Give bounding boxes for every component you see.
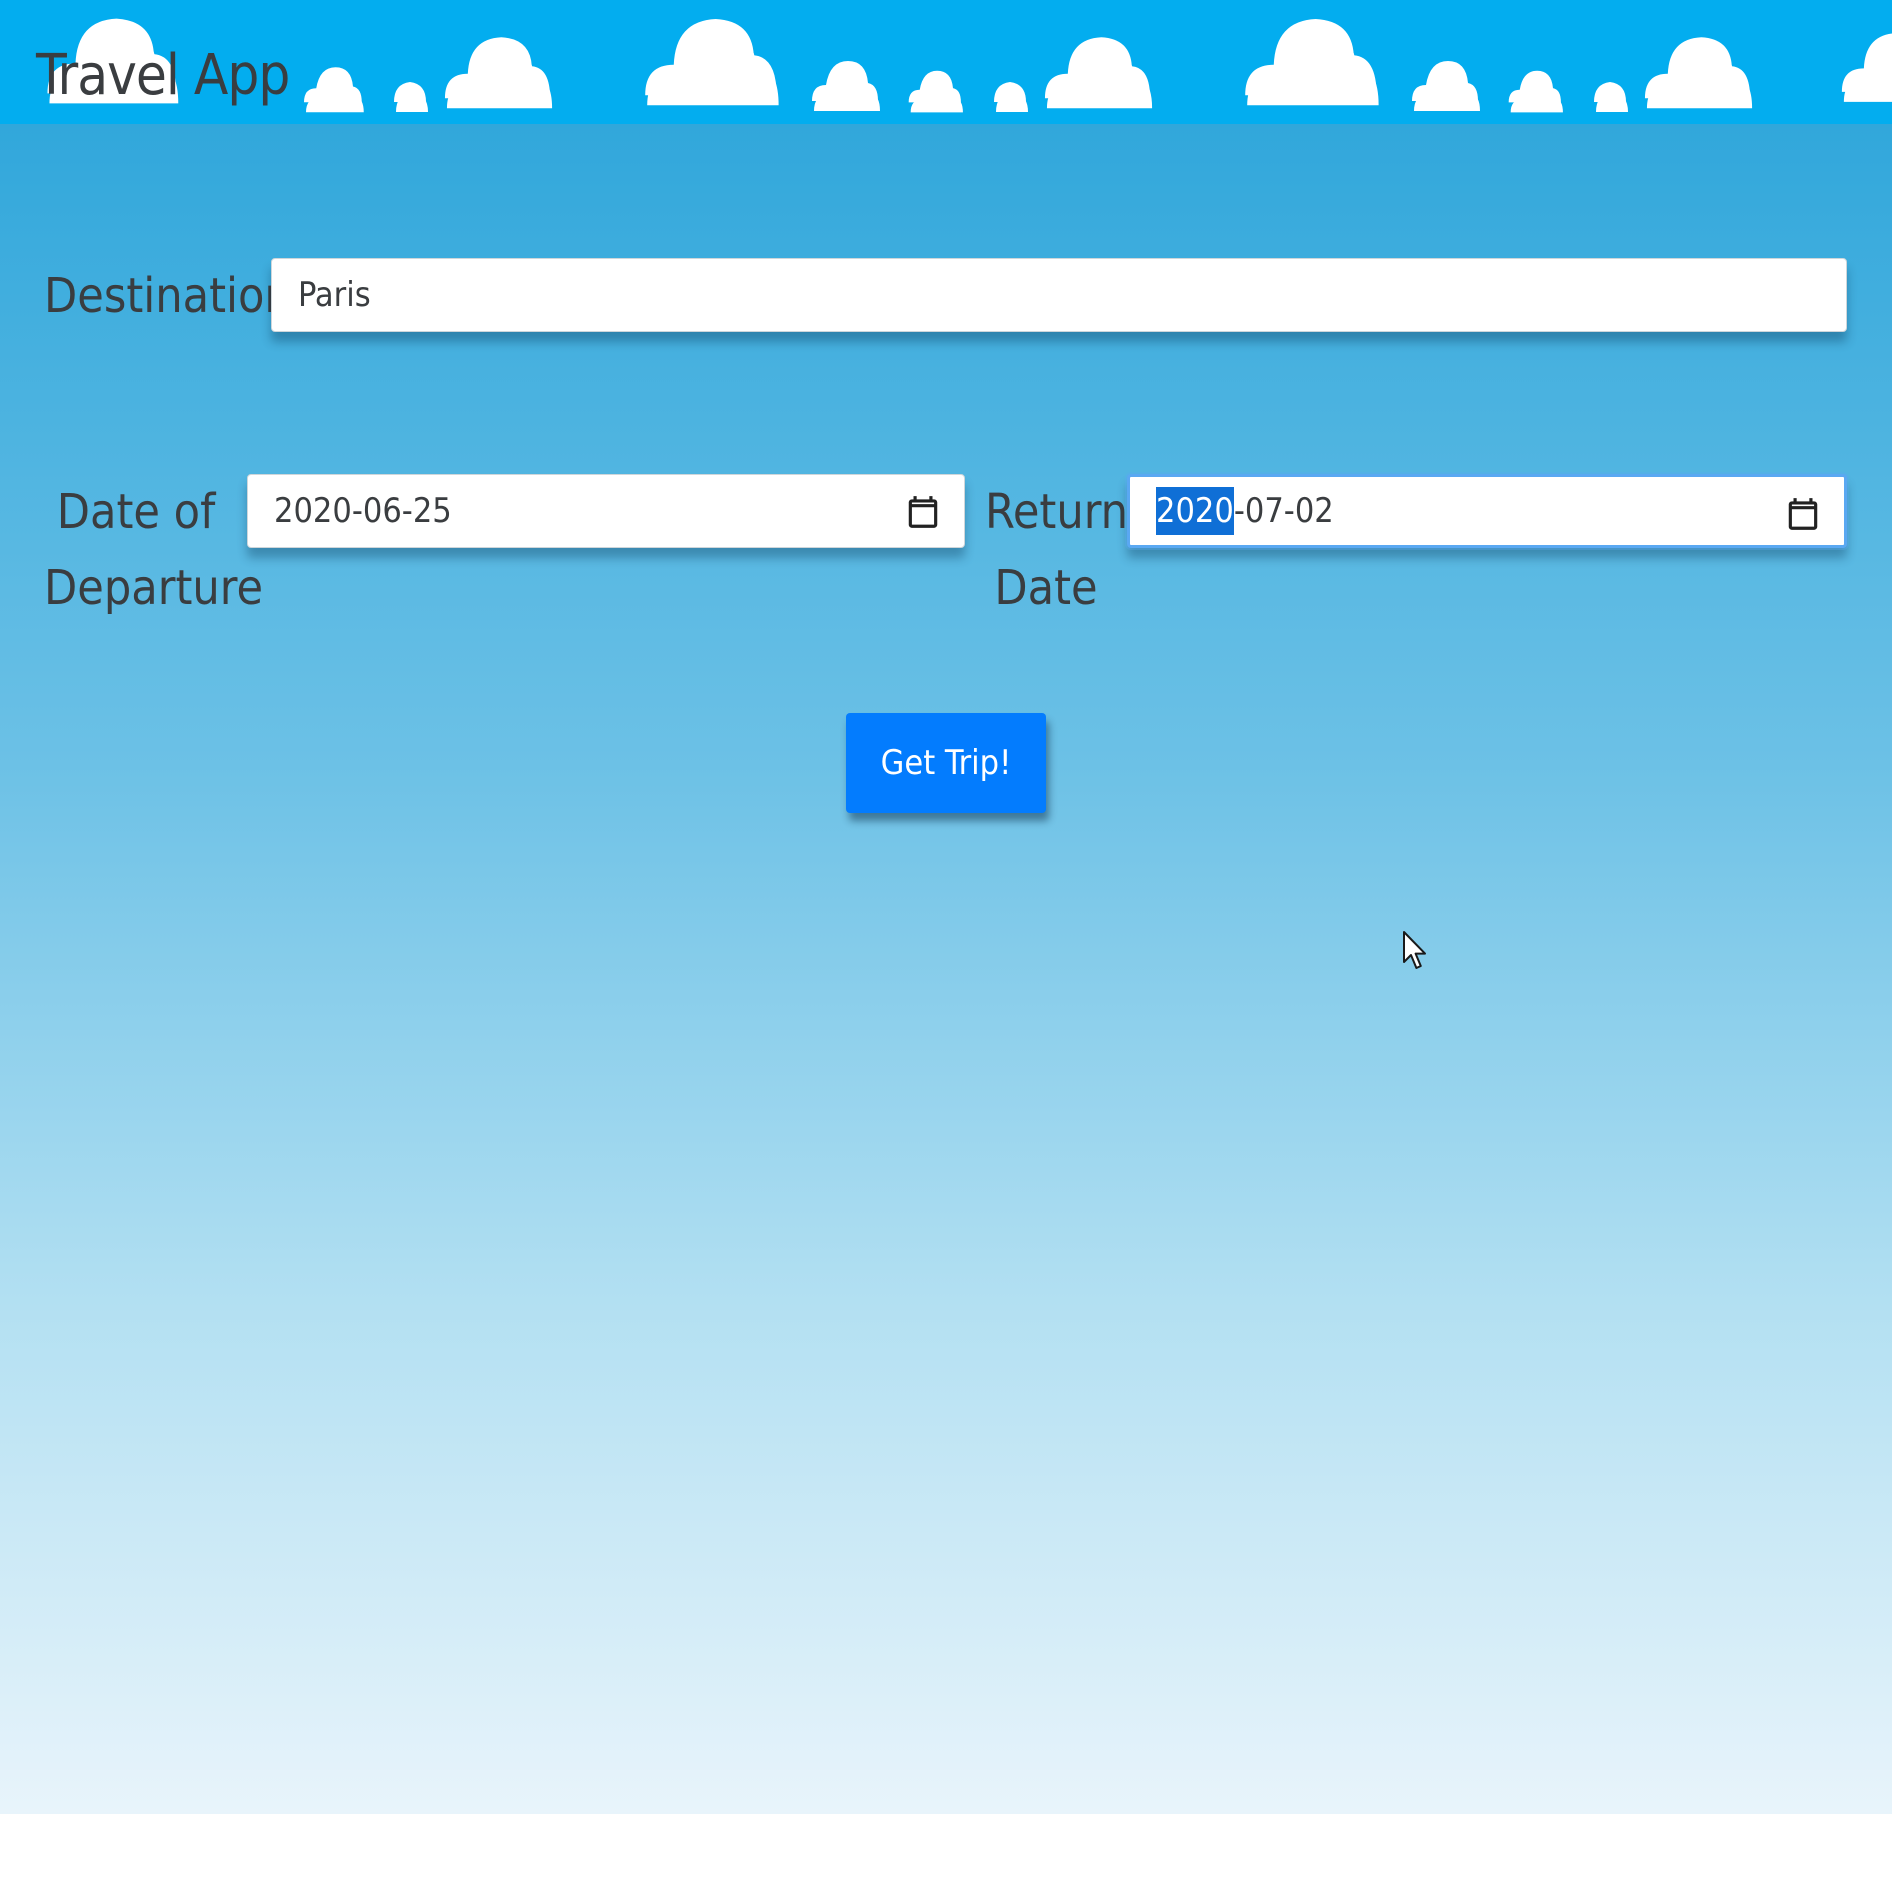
cloud-icon <box>812 61 878 101</box>
trip-form: Destination Paris Date of Departure 2020… <box>0 124 1892 1814</box>
cloud-icon <box>394 82 426 102</box>
destination-input[interactable]: Paris <box>271 258 1847 332</box>
destination-label: Destination <box>44 268 292 324</box>
return-label: Return Date <box>985 474 1128 626</box>
cloud-icon <box>1044 37 1151 99</box>
return-label-line1: Return <box>985 484 1128 540</box>
departure-label-line2: Departure <box>44 560 264 616</box>
cloud-icon <box>645 19 777 96</box>
cloud-icon <box>1245 19 1377 96</box>
get-trip-button[interactable]: Get Trip! <box>846 713 1046 813</box>
app-title: Travel App <box>36 43 290 108</box>
calendar-icon[interactable] <box>904 493 942 531</box>
cloud-icon <box>1644 37 1751 99</box>
cloud-icon <box>444 37 551 99</box>
return-date-year-selected[interactable]: 2020 <box>1156 487 1234 535</box>
cloud-icon <box>1412 61 1478 101</box>
app-header: Travel App <box>0 0 1892 124</box>
departure-date-input[interactable]: 2020-06-25 <box>247 474 965 548</box>
departure-label: Date of Departure <box>44 474 264 626</box>
cloud-icon <box>908 70 961 103</box>
calendar-icon[interactable] <box>1784 495 1822 533</box>
travel-app-page: Travel App Destination Paris Date of Dep… <box>0 0 1892 1892</box>
cloud-icon <box>1841 33 1892 92</box>
destination-value: Paris <box>298 275 371 315</box>
departure-date-value: 2020-06-25 <box>274 491 452 531</box>
cloud-icon <box>1508 70 1561 103</box>
cloud-icon <box>1594 82 1626 102</box>
return-date-input[interactable]: 2020 -07-02 <box>1127 474 1847 548</box>
return-date-rest: -07-02 <box>1233 491 1334 531</box>
departure-label-line1: Date of <box>56 484 216 540</box>
return-label-line2: Date <box>994 560 1098 616</box>
cloud-icon <box>304 67 362 103</box>
cloud-icon <box>994 82 1026 102</box>
mouse-pointer-icon <box>1403 931 1426 969</box>
